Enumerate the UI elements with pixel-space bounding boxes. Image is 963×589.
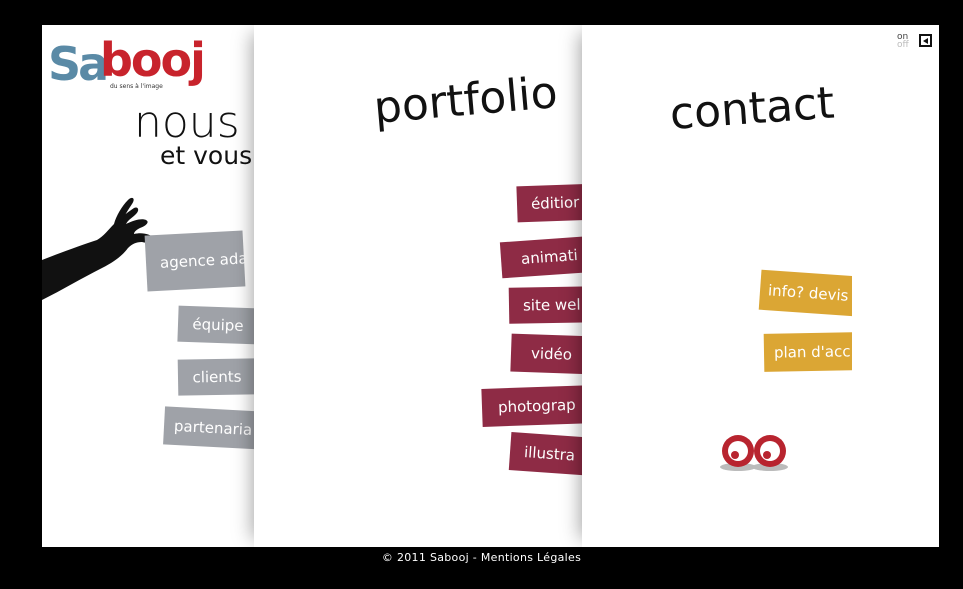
animation-label: animati <box>520 246 579 268</box>
panel-contact: contact info? devis plan d'acc <box>582 25 852 547</box>
contact-title[interactable]: contact <box>668 78 836 140</box>
site-frame: Sa booj du sens à l'image nous et vous a… <box>42 25 939 547</box>
partenariat-label: partenaria <box>173 416 253 439</box>
info-devis-button[interactable]: info? devis <box>758 269 852 317</box>
partenariat-button[interactable]: partenaria <box>163 406 254 450</box>
portfolio-title[interactable]: portfolio <box>372 67 560 134</box>
hand-illustration <box>42 197 155 300</box>
photographie-button[interactable]: photograp <box>481 385 582 427</box>
site-web-button[interactable]: site wel <box>508 286 582 324</box>
footer-text[interactable]: © 2011 Sabooj - Mentions Légales <box>382 551 581 564</box>
sound-off-label: off <box>897 40 909 50</box>
footer[interactable]: © 2011 Sabooj - Mentions Légales <box>0 551 963 564</box>
animation-button[interactable]: animati <box>499 235 582 279</box>
clients-button[interactable]: clients <box>177 358 254 396</box>
nous-subtitle: et vous <box>160 141 253 170</box>
photographie-label: photograp <box>497 395 576 417</box>
equipe-label: équipe <box>192 315 244 335</box>
info-devis-label: info? devis <box>767 281 850 305</box>
panel-nous: Sa booj du sens à l'image nous et vous a… <box>42 25 254 547</box>
illustration-label: illustra <box>523 442 576 465</box>
agence-adaptee-button[interactable]: agence adaptée <box>144 230 254 292</box>
plan-acces-button[interactable]: plan d'acc <box>763 332 852 372</box>
edition-button[interactable]: éditior <box>516 183 582 223</box>
agence-adaptee-label: agence adaptée <box>159 247 254 272</box>
edition-label: éditior <box>530 193 580 213</box>
speaker-icon[interactable] <box>919 34 932 47</box>
logo-part-booj: booj <box>100 33 206 87</box>
clients-label: clients <box>192 367 242 387</box>
plan-acces-label: plan d'acc <box>773 342 851 362</box>
logo-part-sa: Sa <box>48 37 109 91</box>
equipe-button[interactable]: équipe <box>177 305 254 345</box>
panel-portfolio: portfolio éditior animati site wel vidéo… <box>254 25 582 547</box>
sound-onoff-label[interactable]: on off <box>897 33 909 50</box>
site-web-label: site wel <box>522 295 581 315</box>
illustration-button[interactable]: illustra <box>508 432 582 476</box>
eyes-mascot-icon <box>720 435 788 471</box>
video-button[interactable]: vidéo <box>510 333 582 375</box>
panel-blank <box>852 25 939 547</box>
logo-tagline: du sens à l'image <box>110 83 163 90</box>
logo[interactable]: Sa booj du sens à l'image <box>48 33 206 95</box>
video-label: vidéo <box>530 344 573 364</box>
